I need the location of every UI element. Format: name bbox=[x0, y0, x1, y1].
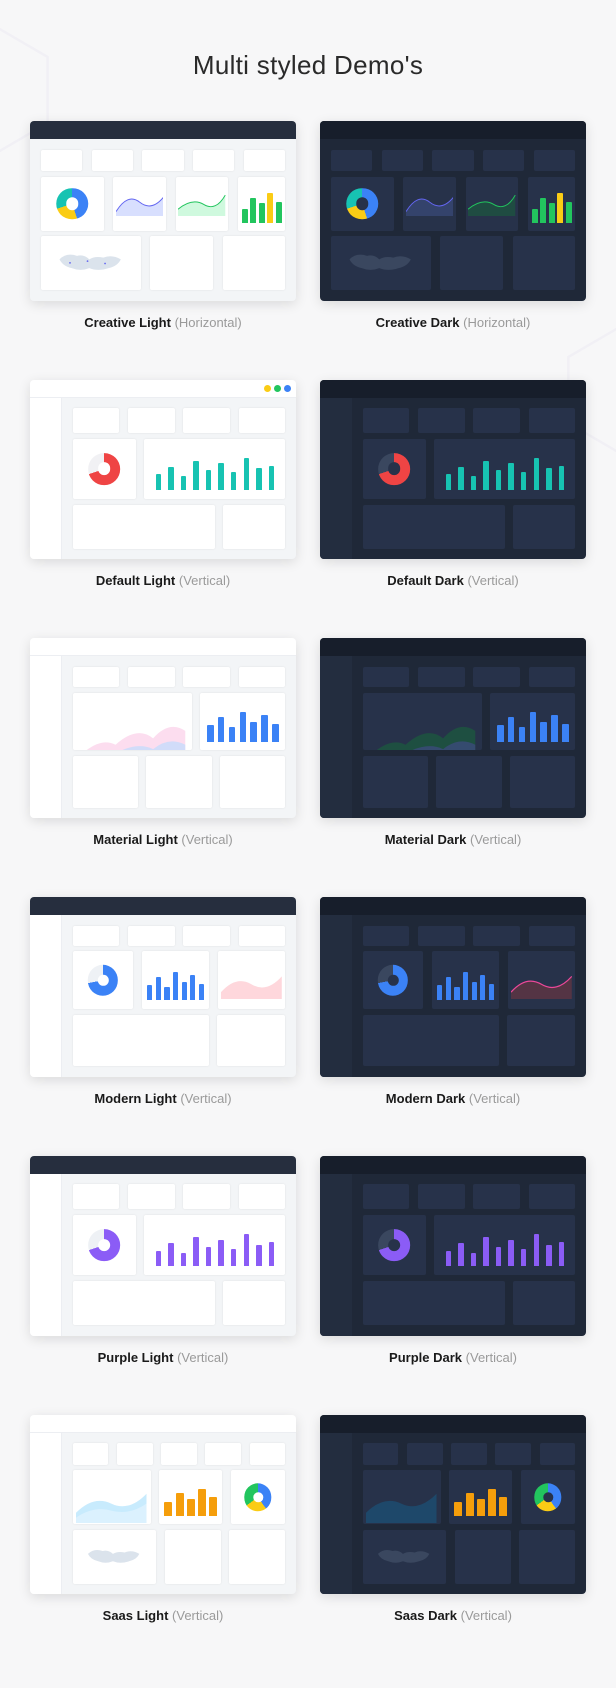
demo-card-material-dark[interactable]: Material Dark (Vertical) bbox=[320, 638, 586, 847]
demo-thumb bbox=[320, 638, 586, 818]
demo-card-material-light[interactable]: Material Light (Vertical) bbox=[30, 638, 296, 847]
demo-card-modern-dark[interactable]: Modern Dark (Vertical) bbox=[320, 897, 586, 1106]
demo-card-purple-light[interactable]: Purple Light (Vertical) bbox=[30, 1156, 296, 1365]
demo-caption: Saas Light (Vertical) bbox=[103, 1608, 224, 1623]
demo-caption: Saas Dark (Vertical) bbox=[394, 1608, 512, 1623]
demo-thumb bbox=[320, 1156, 586, 1336]
demo-card-purple-dark[interactable]: Purple Dark (Vertical) bbox=[320, 1156, 586, 1365]
demo-grid: Creative Light (Horizontal) bbox=[30, 121, 586, 1623]
demo-thumb bbox=[320, 121, 586, 301]
demo-caption: Modern Dark (Vertical) bbox=[386, 1091, 520, 1106]
demo-card-creative-dark[interactable]: Creative Dark (Horizontal) bbox=[320, 121, 586, 330]
demo-thumb bbox=[30, 121, 296, 301]
page-title: Multi styled Demo's bbox=[30, 50, 586, 81]
demo-card-modern-light[interactable]: Modern Light (Vertical) bbox=[30, 897, 296, 1106]
demo-thumb bbox=[320, 1415, 586, 1595]
demo-card-default-light[interactable]: Default Light (Vertical) bbox=[30, 380, 296, 589]
demo-caption: Material Light (Vertical) bbox=[93, 832, 232, 847]
demo-card-default-dark[interactable]: Default Dark (Vertical) bbox=[320, 380, 586, 589]
demo-card-saas-dark[interactable]: Saas Dark (Vertical) bbox=[320, 1415, 586, 1624]
demo-thumb bbox=[320, 897, 586, 1077]
demo-caption: Modern Light (Vertical) bbox=[94, 1091, 231, 1106]
demo-caption: Creative Light (Horizontal) bbox=[84, 315, 242, 330]
demo-thumb bbox=[30, 897, 296, 1077]
demo-caption: Creative Dark (Horizontal) bbox=[376, 315, 531, 330]
demo-caption: Purple Dark (Vertical) bbox=[389, 1350, 517, 1365]
demo-caption: Material Dark (Vertical) bbox=[385, 832, 522, 847]
demo-caption: Default Dark (Vertical) bbox=[387, 573, 519, 588]
demo-thumb bbox=[30, 380, 296, 560]
demo-card-creative-light[interactable]: Creative Light (Horizontal) bbox=[30, 121, 296, 330]
demo-caption: Purple Light (Vertical) bbox=[98, 1350, 229, 1365]
demo-thumb bbox=[30, 638, 296, 818]
demo-thumb bbox=[30, 1156, 296, 1336]
demo-thumb bbox=[320, 380, 586, 560]
demo-caption: Default Light (Vertical) bbox=[96, 573, 230, 588]
demo-card-saas-light[interactable]: Saas Light (Vertical) bbox=[30, 1415, 296, 1624]
demo-thumb bbox=[30, 1415, 296, 1595]
